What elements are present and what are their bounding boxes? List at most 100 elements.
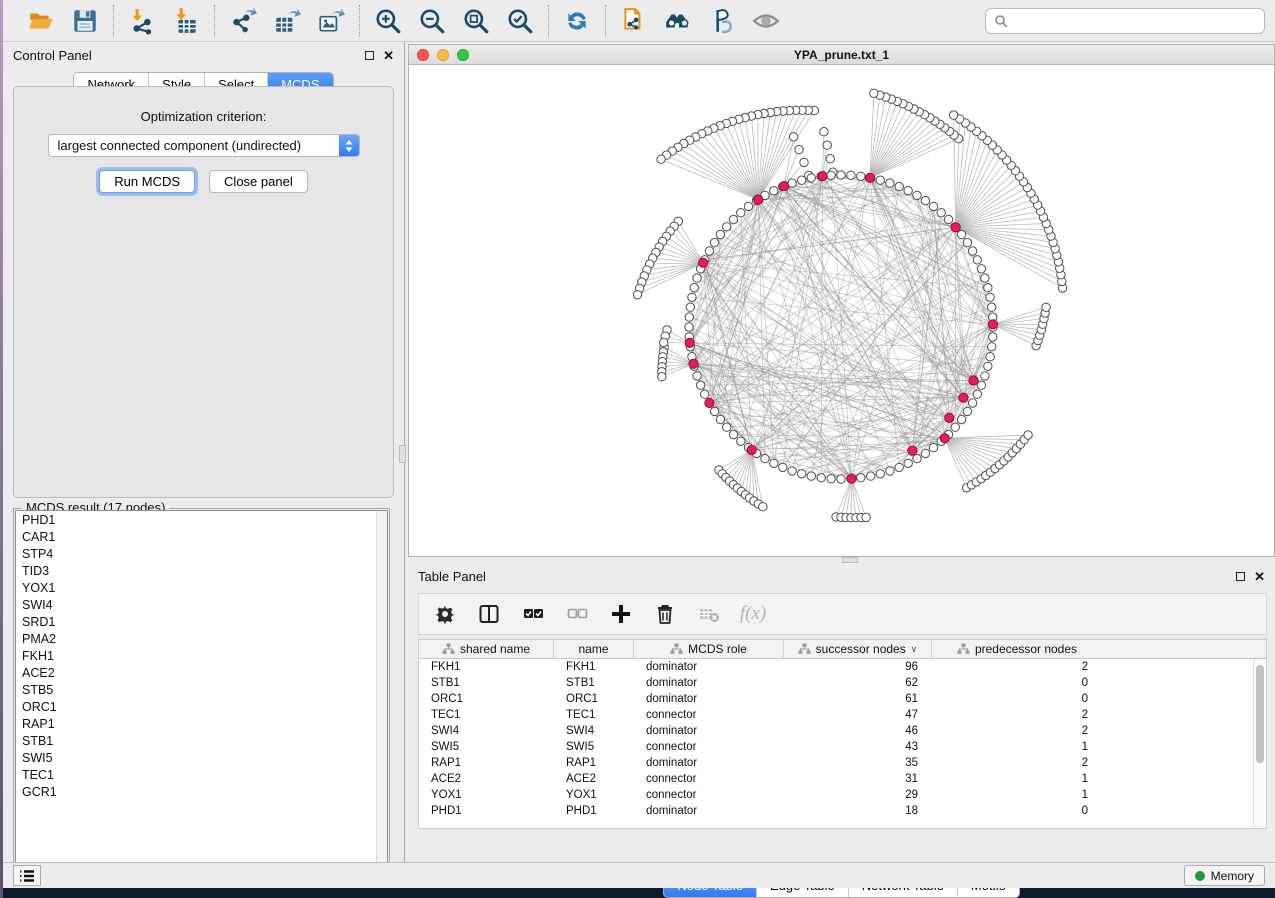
column-type-icon	[442, 643, 455, 655]
import-table-icon[interactable]	[171, 6, 201, 36]
mcds-result-item[interactable]: SWI5	[16, 749, 387, 766]
mcds-result-item[interactable]: TEC1	[16, 766, 387, 783]
table-toolbar: f(x)	[418, 593, 1267, 635]
search-input[interactable]	[1014, 14, 1256, 28]
zoom-fit-icon[interactable]	[461, 6, 491, 36]
network-window-title: YPA_prune.txt_1	[794, 48, 889, 62]
sort-indicator-icon: ∨	[911, 644, 918, 655]
table-panel-title: Table Panel	[418, 569, 486, 584]
column-header-successor-nodes[interactable]: successor nodes ∨	[784, 640, 932, 658]
column-type-icon	[957, 643, 970, 655]
cell-name: FKH1	[554, 661, 634, 673]
delete-icon[interactable]	[653, 602, 677, 626]
show-column-icon[interactable]	[477, 602, 501, 626]
column-header-shared-name[interactable]: shared name	[419, 640, 554, 658]
graphics-details-icon[interactable]	[707, 6, 737, 36]
run-mcds-button[interactable]: Run MCDS	[99, 170, 195, 193]
table-row[interactable]: STB1STB1dominator620	[419, 675, 1266, 691]
mcds-result-item[interactable]: GCR1	[16, 783, 387, 800]
minimize-window-icon[interactable]	[437, 49, 449, 61]
cell-name: STB1	[554, 677, 634, 689]
close-panel-button[interactable]: Close panel	[209, 170, 308, 193]
save-session-icon[interactable]	[70, 6, 100, 36]
cell-name: PHD1	[554, 805, 634, 817]
deselect-all-icon[interactable]	[565, 602, 589, 626]
mcds-result-item[interactable]: SRD1	[16, 613, 387, 630]
table-row[interactable]: ACE2ACE2connector311	[419, 771, 1266, 787]
cell-name: SWI5	[554, 741, 634, 753]
close-panel-icon[interactable]: ✕	[383, 51, 394, 60]
column-header-name[interactable]: name	[554, 640, 634, 658]
column-header-MCDS-role[interactable]: MCDS role	[634, 640, 784, 658]
mcds-result-item[interactable]: PHD1	[16, 511, 387, 528]
mcds-result-item[interactable]: ORC1	[16, 698, 387, 715]
table-row[interactable]: FKH1FKH1dominator962	[419, 659, 1266, 675]
mcds-result-item[interactable]: ACE2	[16, 664, 387, 681]
search-field[interactable]	[985, 8, 1265, 34]
network-graph[interactable]	[409, 65, 1274, 556]
find-icon[interactable]	[663, 6, 693, 36]
refresh-icon[interactable]	[562, 6, 592, 36]
float-panel-icon[interactable]	[365, 51, 374, 60]
network-canvas[interactable]	[409, 65, 1274, 556]
maximize-window-icon[interactable]	[457, 49, 469, 61]
mcds-result-item[interactable]: RAP1	[16, 715, 387, 732]
cell-predecessor-nodes: 2	[932, 757, 1102, 769]
cell-predecessor-nodes: 2	[932, 709, 1102, 721]
close-table-panel-icon[interactable]: ✕	[1254, 572, 1265, 581]
mcds-result-item[interactable]: STB1	[16, 732, 387, 749]
mcds-result-item[interactable]: FKH1	[16, 647, 387, 664]
mcds-result-item[interactable]: STB5	[16, 681, 387, 698]
optimization-criterion-dropdown[interactable]: largest connected component (undirected)	[48, 134, 360, 157]
select-all-icon[interactable]	[521, 602, 545, 626]
cell-MCDS-role: connector	[634, 741, 784, 753]
export-network-icon[interactable]	[228, 6, 258, 36]
vertical-splitter-handle[interactable]	[399, 445, 406, 463]
add-icon[interactable]	[609, 602, 633, 626]
column-label: successor nodes	[816, 642, 906, 656]
table-row[interactable]: YOX1YOX1connector291	[419, 787, 1266, 803]
mcds-result-item[interactable]: PMA2	[16, 630, 387, 647]
open-file-icon[interactable]	[26, 6, 56, 36]
zoom-out-icon[interactable]	[417, 6, 447, 36]
memory-button[interactable]: Memory	[1184, 865, 1265, 886]
show-hide-icon[interactable]	[751, 6, 781, 36]
cell-name: YOX1	[554, 789, 634, 801]
cell-MCDS-role: dominator	[634, 661, 784, 673]
column-header-predecessor-nodes[interactable]: predecessor nodes	[932, 640, 1102, 658]
cell-predecessor-nodes: 2	[932, 661, 1102, 673]
memory-status-icon	[1195, 871, 1205, 881]
table-row[interactable]: PHD1PHD1dominator180	[419, 803, 1266, 819]
table-row[interactable]: TEC1TEC1connector472	[419, 707, 1266, 723]
cell-successor-nodes: 61	[784, 693, 932, 705]
import-network-icon[interactable]	[127, 6, 157, 36]
float-table-panel-icon[interactable]	[1236, 572, 1245, 581]
export-table-icon[interactable]	[272, 6, 302, 36]
function-builder-icon: f(x)	[741, 602, 765, 626]
dropdown-stepper-icon	[339, 135, 359, 156]
table-scrollbar-thumb[interactable]	[1256, 665, 1264, 763]
table-row[interactable]: RAP1RAP1dominator352	[419, 755, 1266, 771]
new-network-from-selection-icon[interactable]	[619, 6, 649, 36]
table-row[interactable]: SWI4SWI4dominator462	[419, 723, 1266, 739]
close-window-icon[interactable]	[417, 49, 429, 61]
zoom-selected-icon[interactable]	[505, 6, 535, 36]
mcds-result-item[interactable]: STP4	[16, 545, 387, 562]
network-window-titlebar[interactable]: YPA_prune.txt_1	[409, 45, 1274, 65]
column-label: predecessor nodes	[975, 642, 1077, 656]
table-row[interactable]: SWI5SWI5connector431	[419, 739, 1266, 755]
settings-gear-icon[interactable]	[433, 602, 457, 626]
table-scrollbar[interactable]	[1253, 659, 1266, 828]
mcds-list-scrollbar[interactable]	[376, 511, 387, 877]
mcds-result-item[interactable]: YOX1	[16, 579, 387, 596]
export-image-icon[interactable]	[316, 6, 346, 36]
table-row[interactable]: ORC1ORC1dominator610	[419, 691, 1266, 707]
cell-successor-nodes: 47	[784, 709, 932, 721]
console-list-icon[interactable]	[13, 865, 41, 886]
mcds-result-item[interactable]: SWI4	[16, 596, 387, 613]
mcds-result-item[interactable]: CAR1	[16, 528, 387, 545]
cell-successor-nodes: 96	[784, 661, 932, 673]
cell-predecessor-nodes: 1	[932, 789, 1102, 801]
mcds-result-item[interactable]: TID3	[16, 562, 387, 579]
zoom-in-icon[interactable]	[373, 6, 403, 36]
